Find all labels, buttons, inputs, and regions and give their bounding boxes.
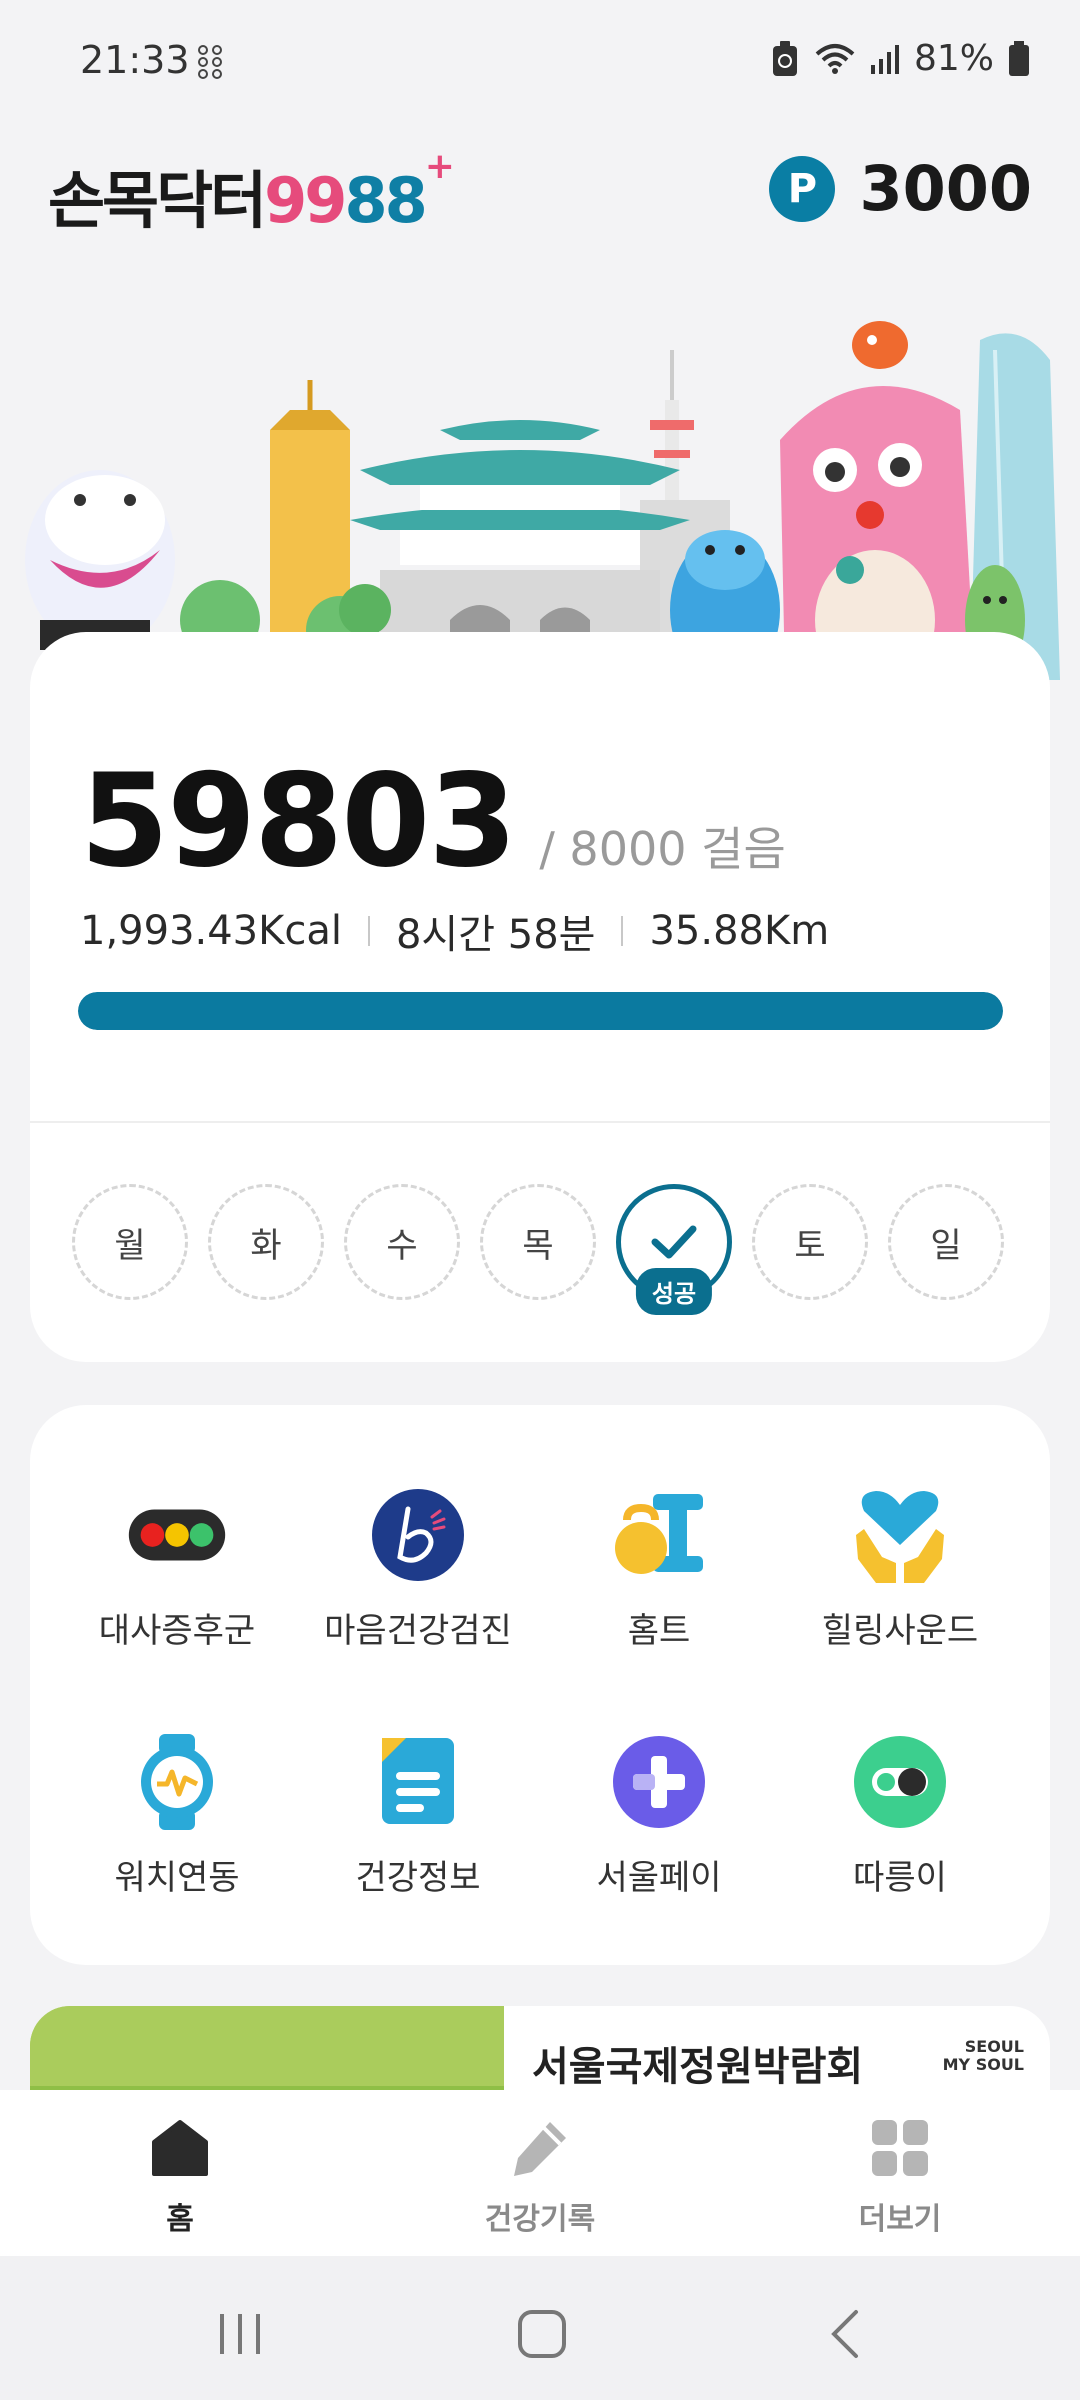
- home-icon: [152, 2120, 208, 2176]
- menu-healing-sound[interactable]: 힐링사운드: [780, 1485, 1020, 1685]
- logo-plus: +: [424, 146, 455, 187]
- menu-home-training[interactable]: 홈트: [539, 1485, 779, 1685]
- banner-title: 서울국제정원박람회: [532, 2044, 864, 2090]
- step-progress-fill: [78, 992, 1003, 1030]
- weekly-status: 월 화 수 목 성공 토 일: [72, 1184, 1012, 1315]
- nav-label: 더보기: [858, 2202, 942, 2237]
- day-sun[interactable]: 일: [888, 1184, 1004, 1300]
- menu-metabolic-syndrome[interactable]: 대사증후군: [57, 1485, 297, 1685]
- step-goal: / 8000 걸음: [539, 822, 786, 876]
- activity-stats: 1,993.43Kcal 8시간 58분 35.88Km: [80, 902, 829, 960]
- grid-icon: [872, 2120, 928, 2176]
- logo-99: 99: [264, 164, 347, 237]
- battery-icon: [1009, 40, 1029, 76]
- document-icon: [368, 1732, 468, 1832]
- points-value: 3000: [859, 152, 1032, 225]
- nav-home[interactable]: 홈: [80, 2118, 280, 2238]
- duration-value: 8시간 58분: [395, 912, 596, 958]
- points-display[interactable]: P 3000: [769, 152, 1032, 225]
- menu-label: 건강정보: [355, 1858, 481, 1898]
- card-divider: [30, 1121, 1050, 1123]
- app-header: 손목닥터9988+ P 3000: [0, 140, 1080, 250]
- menu-mental-health[interactable]: 마음건강검진: [298, 1485, 538, 1685]
- tag-line: MY SOUL: [942, 2055, 1024, 2074]
- day-thu[interactable]: 목: [480, 1184, 596, 1300]
- calories-value: 1,993.43Kcal: [80, 908, 342, 954]
- feature-menu: 대사증후군 마음건강검진 홈트 힐링사운드 워치연동 건강정보 서울페이 따릉이: [30, 1405, 1050, 1965]
- menu-label: 힐링사운드: [821, 1611, 979, 1651]
- hero-illustration: [25, 321, 1060, 680]
- battery-percent: 81%: [913, 38, 994, 79]
- status-bar: 21:33 81%: [0, 0, 1080, 120]
- menu-label: 워치연동: [114, 1858, 240, 1898]
- stat-divider: [367, 916, 370, 946]
- day-wed[interactable]: 수: [344, 1184, 460, 1300]
- day-label: 화: [250, 1225, 282, 1266]
- logo-text: 손목닥터: [48, 164, 267, 237]
- day-label: 토: [794, 1225, 826, 1266]
- status-time: 21:33: [80, 38, 190, 82]
- menu-ddareungi[interactable]: 따릉이: [780, 1732, 1020, 1932]
- day-sat[interactable]: 토: [752, 1184, 868, 1300]
- status-indicators: 81%: [770, 38, 1030, 79]
- logo-88: 88: [344, 164, 427, 237]
- menu-seoul-pay[interactable]: 서울페이: [539, 1732, 779, 1932]
- menu-health-info[interactable]: 건강정보: [298, 1732, 538, 1932]
- back-icon[interactable]: [818, 2304, 878, 2364]
- day-label: 일: [930, 1225, 962, 1266]
- menu-label: 대사증후군: [98, 1611, 256, 1651]
- heart-hands-icon: [850, 1485, 950, 1585]
- step-progress-bar: [78, 992, 1003, 1030]
- plus-circle-icon: [609, 1732, 709, 1832]
- pencil-icon: [514, 2122, 566, 2176]
- menu-label: 따릉이: [853, 1858, 947, 1898]
- points-icon: P: [769, 155, 836, 222]
- steps-row: 59803 / 8000 걸음: [80, 747, 786, 896]
- kettlebell-dumbbell-icon: [609, 1485, 709, 1585]
- signal-icon: [870, 44, 899, 74]
- menu-label: 홈트: [627, 1611, 691, 1651]
- steps-card[interactable]: 59803 / 8000 걸음 1,993.43Kcal 8시간 58분 35.…: [30, 632, 1050, 1362]
- seoul-my-soul-logo: SEOUL MY SOUL: [943, 2038, 1024, 2074]
- bike-toggle-icon: [850, 1732, 950, 1832]
- success-badge: 성공: [635, 1268, 713, 1315]
- stat-divider: [621, 916, 624, 946]
- day-fri[interactable]: 성공: [616, 1184, 732, 1315]
- menu-label: 마음건강검진: [324, 1611, 512, 1651]
- distance-value: 35.88Km: [649, 908, 830, 954]
- day-label: 월: [114, 1225, 146, 1266]
- notification-icon: [198, 45, 222, 79]
- menu-label: 서울페이: [596, 1858, 722, 1898]
- day-tue[interactable]: 화: [208, 1184, 324, 1300]
- home-button-icon[interactable]: [512, 2304, 572, 2364]
- wifi-icon: [815, 43, 855, 74]
- recent-apps-icon[interactable]: [210, 2304, 270, 2364]
- bottom-navigation: 홈 건강기록 더보기: [0, 2090, 1080, 2256]
- nav-label: 홈: [166, 2202, 194, 2237]
- check-icon: [651, 1225, 697, 1259]
- battery-saver-icon: [772, 40, 797, 76]
- nav-health-record[interactable]: 건강기록: [440, 2118, 640, 2238]
- day-label: 목: [522, 1225, 554, 1266]
- nav-label: 건강기록: [484, 2202, 596, 2237]
- nav-more[interactable]: 더보기: [800, 2118, 1000, 2238]
- day-label: 수: [386, 1225, 418, 1266]
- menu-watch-link[interactable]: 워치연동: [57, 1732, 297, 1932]
- day-mon[interactable]: 월: [72, 1184, 188, 1300]
- smartwatch-icon: [127, 1732, 227, 1832]
- step-count: 59803: [80, 747, 517, 896]
- tag-line: SEOUL: [964, 2037, 1024, 2056]
- traffic-light-icon: [127, 1485, 227, 1585]
- app-logo: 손목닥터9988+: [48, 146, 455, 240]
- mind-b-icon: [368, 1485, 468, 1585]
- system-navigation: [0, 2256, 1080, 2400]
